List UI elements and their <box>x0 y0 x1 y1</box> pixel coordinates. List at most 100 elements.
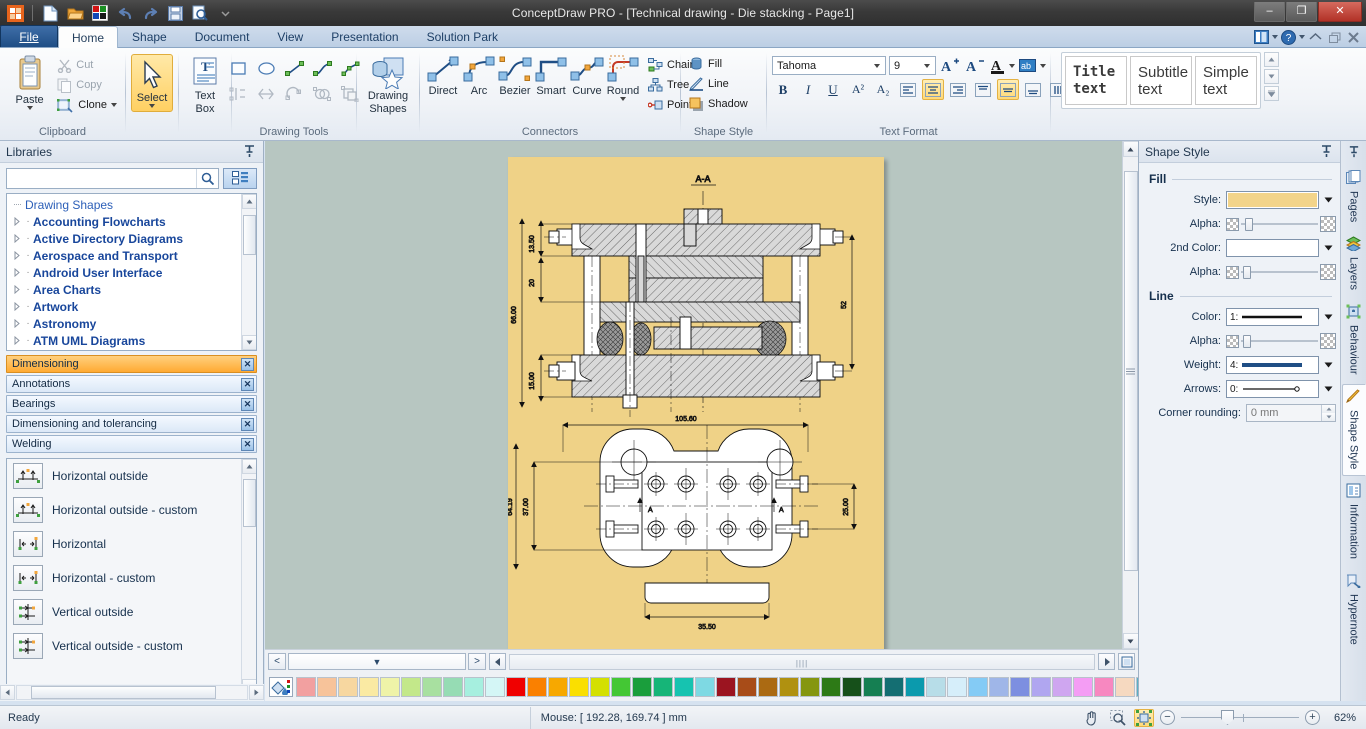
palette-swatch[interactable] <box>989 677 1009 697</box>
close-icon[interactable]: ✕ <box>241 438 254 451</box>
horizontal-scroll-track[interactable] <box>16 685 248 700</box>
palette-swatch[interactable] <box>338 677 358 697</box>
scroll-right-icon[interactable] <box>249 685 264 700</box>
libraries-horizontal-scrollbar[interactable] <box>0 684 264 701</box>
palette-swatch[interactable] <box>590 677 610 697</box>
style-gallery-more-button[interactable] <box>1264 86 1279 101</box>
next-page-button[interactable]: > <box>468 653 486 670</box>
align-left-button[interactable] <box>897 79 919 100</box>
align-right-button[interactable] <box>947 79 969 100</box>
library-tree-scrollbar[interactable] <box>241 194 256 350</box>
select-dropdown-icon[interactable] <box>149 104 155 108</box>
chevron-right-icon[interactable] <box>11 268 23 277</box>
connector-direct-button[interactable]: Direct <box>425 52 461 97</box>
close-button[interactable]: ✕ <box>1318 2 1362 22</box>
canvas-vertical-scrollbar[interactable] <box>1122 141 1138 649</box>
scroll-thumb[interactable] <box>243 479 256 527</box>
scroll-right-button[interactable] <box>1098 653 1115 670</box>
fill-style-combo[interactable] <box>1226 191 1319 209</box>
scroll-down-icon[interactable] <box>242 335 257 350</box>
list-item[interactable]: Horizontal outside <box>7 459 256 493</box>
line-button[interactable]: Line <box>686 74 751 94</box>
palette-swatch[interactable] <box>569 677 589 697</box>
spin-down-icon[interactable] <box>1321 413 1335 421</box>
rotate-tool-icon[interactable] <box>282 82 307 105</box>
font-color-dropdown-icon[interactable] <box>1009 64 1015 68</box>
help-icon[interactable]: ? <box>1280 29 1297 46</box>
pin-icon[interactable] <box>1320 145 1334 159</box>
line-color-combo[interactable]: 1: <box>1226 308 1319 326</box>
tree-item-android-user-interface[interactable]: · Android User Interface <box>11 264 256 281</box>
decrease-font-size-button[interactable]: A <box>964 55 986 76</box>
palette-swatch[interactable] <box>506 677 526 697</box>
tree-item-aerospace-and-transport[interactable]: · Aerospace and Transport <box>11 247 256 264</box>
align-center-button[interactable] <box>922 79 944 100</box>
hand-tool-icon[interactable] <box>1082 709 1102 727</box>
close-icon[interactable]: ✕ <box>241 418 254 431</box>
help-dropdown-icon[interactable] <box>1299 35 1305 39</box>
library-tab-bearings[interactable]: Bearings ✕ <box>6 395 257 413</box>
palette-swatch[interactable] <box>1010 677 1030 697</box>
palette-swatch[interactable] <box>380 677 400 697</box>
increase-font-size-button[interactable]: A <box>939 55 961 76</box>
tree-item-area-charts[interactable]: · Area Charts <box>11 281 256 298</box>
connector-round-dropdown-icon[interactable] <box>620 97 626 101</box>
line-arrows-dropdown-icon[interactable] <box>1321 380 1336 398</box>
second-color-combo[interactable] <box>1226 239 1319 257</box>
canvas-horizontal-scroll-track[interactable]: |||| <box>509 654 1095 670</box>
second-color-dropdown-icon[interactable] <box>1321 239 1336 257</box>
superscript-button[interactable]: A² <box>847 79 869 100</box>
palette-swatch[interactable] <box>1052 677 1072 697</box>
copy-button[interactable]: Copy <box>54 75 120 95</box>
clone-dropdown-icon[interactable] <box>111 103 117 107</box>
palette-swatch[interactable] <box>779 677 799 697</box>
scroll-thumb[interactable] <box>31 686 216 699</box>
sidebar-tab-hypernote[interactable]: Hypernote <box>1342 568 1366 652</box>
align-tool-icon[interactable] <box>226 82 251 105</box>
tab-shape[interactable]: Shape <box>118 26 181 47</box>
document-close-icon[interactable] <box>1345 29 1362 46</box>
palette-swatch[interactable] <box>1031 677 1051 697</box>
library-tab-dimensioning[interactable]: Dimensioning ✕ <box>6 355 257 373</box>
palette-swatch[interactable] <box>401 677 421 697</box>
scroll-up-icon[interactable] <box>1123 141 1139 157</box>
palette-swatch[interactable] <box>968 677 988 697</box>
line-color-dropdown-icon[interactable] <box>1321 308 1336 326</box>
palette-swatch[interactable] <box>884 677 904 697</box>
close-icon[interactable]: ✕ <box>241 378 254 391</box>
palette-swatch[interactable] <box>485 677 505 697</box>
fill-button[interactable]: Fill <box>686 54 751 74</box>
fill-style-dropdown-icon[interactable] <box>1321 191 1336 209</box>
palette-swatch[interactable] <box>548 677 568 697</box>
minimize-button[interactable]: – <box>1254 2 1285 22</box>
right-tabs-pin[interactable] <box>1342 143 1366 163</box>
tree-item-active-directory-diagrams[interactable]: · Active Directory Diagrams <box>11 230 256 247</box>
restore-button[interactable]: ❐ <box>1286 2 1317 22</box>
new-document-icon[interactable] <box>39 2 61 24</box>
palette-swatch[interactable] <box>674 677 694 697</box>
style-simple-text[interactable]: Simple text <box>1195 56 1257 105</box>
save-icon[interactable] <box>164 2 186 24</box>
undo-icon[interactable] <box>114 2 136 24</box>
curve-tool-icon[interactable] <box>310 57 335 80</box>
print-preview-icon[interactable] <box>189 2 211 24</box>
close-icon[interactable]: ✕ <box>241 398 254 411</box>
search-icon[interactable] <box>196 169 218 188</box>
second-alpha-slider[interactable] <box>1241 266 1318 279</box>
text-highlight-button[interactable]: ab <box>1018 55 1037 76</box>
palette-swatch[interactable] <box>464 677 484 697</box>
zoom-out-button[interactable]: − <box>1160 710 1175 725</box>
connector-round-button[interactable]: Round <box>605 52 641 101</box>
line-tool-icon[interactable] <box>282 57 307 80</box>
library-tab-annotations[interactable]: Annotations ✕ <box>6 375 257 393</box>
view-layout-icon[interactable] <box>1253 29 1270 46</box>
palette-swatch[interactable] <box>737 677 757 697</box>
tree-item-audio-and-video-connectors[interactable]: · Audio and Video Connectors <box>11 349 256 351</box>
sidebar-tab-behaviour[interactable]: Behaviour <box>1342 299 1366 382</box>
collapse-ribbon-icon[interactable] <box>1307 29 1324 46</box>
customize-qat-icon[interactable] <box>214 2 236 24</box>
drawing-page[interactable]: A-A <box>508 157 884 651</box>
view-layout-dropdown-icon[interactable] <box>1272 35 1278 39</box>
sidebar-tab-layers[interactable]: Layers <box>1342 231 1366 297</box>
tab-solution-park[interactable]: Solution Park <box>413 26 512 47</box>
